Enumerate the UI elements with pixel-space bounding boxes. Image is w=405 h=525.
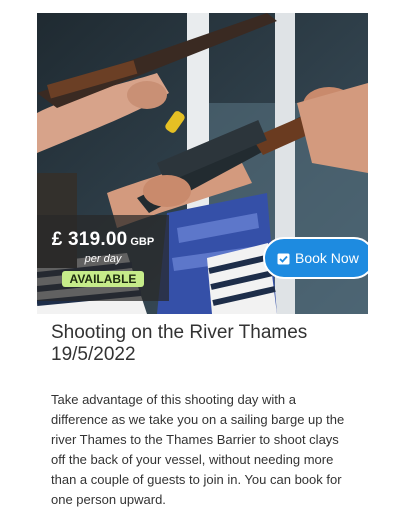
availability-badge: AVAILABLE — [61, 271, 145, 287]
event-photo: £ 319.00 GBP per day AVAILABLE Book Now — [37, 13, 368, 314]
book-now-label: Book Now — [295, 250, 359, 266]
price-panel: £ 319.00 GBP per day AVAILABLE — [37, 215, 169, 301]
price-currency: GBP — [130, 236, 155, 248]
event-title: Shooting on the River Thames 19/5/2022 — [51, 322, 361, 366]
price-amount: £ 319.00 — [51, 229, 128, 250]
event-title-name: Shooting on the River Thames — [51, 322, 308, 343]
event-title-date: 19/5/2022 — [51, 344, 136, 365]
event-description: Take advantage of this shooting day with… — [51, 392, 345, 507]
event-card: £ 319.00 GBP per day AVAILABLE Book Now S… — [37, 13, 368, 525]
price-unit: per day — [84, 253, 122, 265]
book-now-button[interactable]: Book Now — [263, 237, 368, 279]
price-line: £ 319.00 GBP — [37, 229, 169, 251]
calendar-check-icon — [277, 252, 290, 265]
